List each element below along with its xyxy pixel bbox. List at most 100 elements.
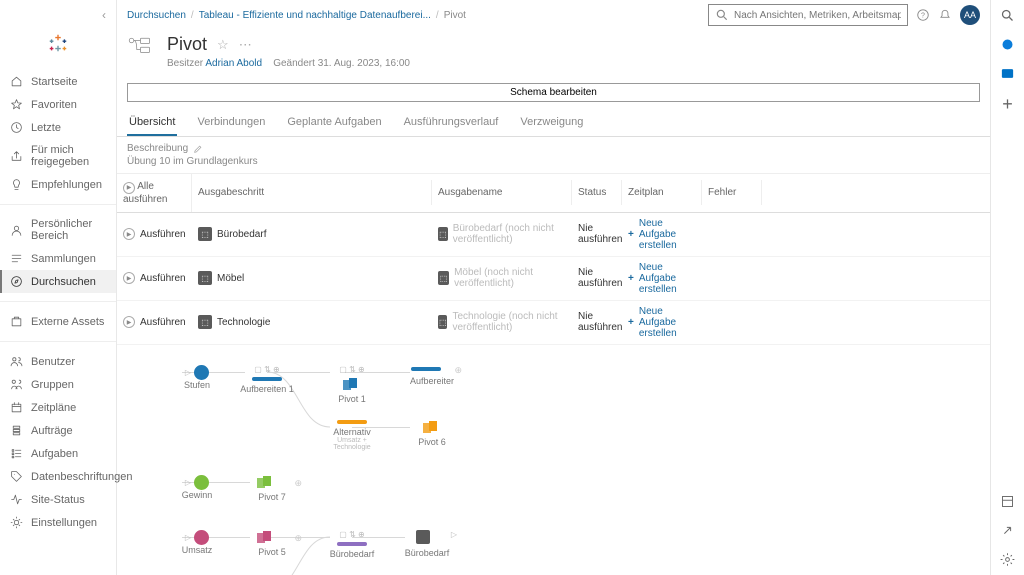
run-icon[interactable]: ▶: [123, 272, 135, 284]
sidebar: ‹ Startseite Favoriten Letzte Für mich frei…: [0, 0, 117, 575]
settings-icon[interactable]: [1000, 552, 1015, 567]
edit-icon[interactable]: [193, 144, 203, 154]
avatar[interactable]: AA: [960, 5, 980, 25]
sidebar-item-group[interactable]: Gruppen: [0, 373, 116, 396]
sidebar-item-label: Gruppen: [31, 379, 74, 391]
flow-node-stufen[interactable]: ▷Stufen: [167, 365, 227, 390]
tab-1[interactable]: Verbindungen: [195, 110, 267, 136]
node-label: Aufbereiter: [402, 376, 462, 386]
tableau-logo: [0, 24, 116, 66]
add-app-icon[interactable]: +: [1002, 95, 1013, 113]
open-icon[interactable]: [1000, 523, 1015, 538]
search-input[interactable]: [734, 10, 901, 21]
bell-icon[interactable]: [938, 8, 952, 22]
table-row: ▶ Ausführen⬚ Möbel⬚ Möbel (noch nicht ve…: [117, 257, 990, 301]
sidebar-item-tasks[interactable]: Aufgaben: [0, 442, 116, 465]
node-label: Bürobedarf: [322, 549, 382, 559]
new-task-link[interactable]: Neue Aufgabe erstellen: [639, 306, 696, 339]
sidebar-item-ext[interactable]: Externe Assets: [0, 310, 116, 333]
sidebar-item-jobs[interactable]: Aufträge: [0, 419, 116, 442]
flow-node-gewinn[interactable]: ▷Gewinn: [167, 475, 227, 500]
favorite-star-icon[interactable]: ☆: [217, 37, 229, 53]
sidebar-collapse[interactable]: ‹: [92, 6, 116, 24]
sched-icon: [10, 401, 23, 414]
sidebar-item-sched[interactable]: Zeitpläne: [0, 396, 116, 419]
sidebar-item-compass[interactable]: Durchsuchen: [0, 270, 116, 293]
node-label: Bürobedarf: [397, 548, 457, 558]
sidebar-item-label: Zeitpläne: [31, 402, 76, 414]
description: Beschreibung Übung 10 im Grundlagenkurs: [117, 137, 990, 173]
status-icon: [10, 493, 23, 506]
sidebar-item-user[interactable]: Persönlicher Bereich: [0, 213, 116, 247]
tab-2[interactable]: Geplante Aufgaben: [285, 110, 383, 136]
copilot-icon[interactable]: [1000, 37, 1015, 52]
sidebar-item-home[interactable]: Startseite: [0, 70, 116, 93]
flow-node-umsatz[interactable]: ▷Umsatz: [167, 530, 227, 555]
sidebar-item-share[interactable]: Für mich freigegeben: [0, 139, 116, 173]
table-row: ▶ Ausführen⬚ Bürobedarf⬚ Bürobedarf (noc…: [117, 213, 990, 257]
node-label: Alternativ: [322, 427, 382, 437]
flow-node-pivot6[interactable]: Pivot 6: [402, 420, 462, 447]
sidebar-item-label: Für mich freigegeben: [31, 144, 106, 168]
bulb-icon: [10, 178, 23, 191]
sidebar-item-label: Site-Status: [31, 494, 85, 506]
owner-link[interactable]: Adrian Abold: [205, 58, 262, 69]
run-icon[interactable]: ▶: [123, 228, 135, 240]
flow-node-aufb1[interactable]: ▢ ⇅ ⊕Aufbereiten 1: [237, 365, 297, 394]
node-label: Gewinn: [167, 490, 227, 500]
sidebar-item-status[interactable]: Site-Status: [0, 488, 116, 511]
crumb-project[interactable]: Tableau - Effiziente und nachhaltige Dat…: [199, 10, 431, 21]
sidebar-item-label: Aufgaben: [31, 448, 78, 460]
sidebar-item-clock[interactable]: Letzte: [0, 116, 116, 139]
more-actions-icon[interactable]: ⋯: [239, 37, 252, 53]
clock-icon: [10, 121, 23, 134]
users-icon: [10, 355, 23, 368]
panel-icon[interactable]: [1000, 494, 1015, 509]
sidebar-item-label[interactable]: Datenbeschriftungen: [0, 465, 116, 488]
share-icon: [10, 150, 23, 163]
flow-node-pivot7[interactable]: ⊕Pivot 7: [242, 475, 302, 502]
right-ribbon: +: [990, 0, 1024, 575]
sidebar-item-users[interactable]: Benutzer: [0, 350, 116, 373]
flow-node-aufber[interactable]: ⊕Aufbereiter: [402, 365, 462, 386]
run-all-icon[interactable]: ▶: [123, 182, 135, 194]
node-label: Pivot 6: [402, 437, 462, 447]
sidebar-item-star[interactable]: Favoriten: [0, 93, 116, 116]
help-icon[interactable]: ?: [916, 8, 930, 22]
tab-3[interactable]: Ausführungsverlauf: [402, 110, 501, 136]
tab-4[interactable]: Verzweigung: [518, 110, 585, 136]
tasks-icon: [10, 447, 23, 460]
edit-schema-button[interactable]: Schema bearbeiten: [127, 83, 980, 102]
crumb-explore[interactable]: Durchsuchen: [127, 10, 186, 21]
gear-icon: [10, 516, 23, 529]
star-icon: [10, 98, 23, 111]
flow-node-buero_s[interactable]: ▢ ⇅ ⊕Bürobedarf: [322, 530, 382, 559]
table-header: ▶ Alle ausführen Ausgabeschritt Ausgaben…: [117, 174, 990, 213]
search-box[interactable]: [708, 4, 908, 26]
meta: Besitzer Adrian Abold Geändert 31. Aug. …: [167, 58, 410, 69]
new-task-link[interactable]: Neue Aufgabe erstellen: [639, 262, 696, 295]
sidebar-item-label: Einstellungen: [31, 517, 97, 529]
outlook-icon[interactable]: [1000, 66, 1015, 81]
output-db-icon: ⬚: [438, 227, 448, 241]
sidebar-item-label: Empfehlungen: [31, 179, 102, 191]
search-icon[interactable]: [1000, 8, 1015, 23]
sidebar-item-coll[interactable]: Sammlungen: [0, 247, 116, 270]
sidebar-item-gear[interactable]: Einstellungen: [0, 511, 116, 534]
tab-0[interactable]: Übersicht: [127, 110, 177, 136]
flow-canvas[interactable]: ▷Stufen ▢ ⇅ ⊕Aufbereiten 1 ▢ ⇅ ⊕Pivot 1 ⊕Au…: [117, 345, 990, 575]
new-task-link[interactable]: Neue Aufgabe erstellen: [639, 218, 696, 251]
sidebar-item-label: Startseite: [31, 76, 77, 88]
flow-node-alt[interactable]: AlternativUmsatz + Technologie: [322, 420, 382, 451]
output-step-icon: ⬚: [198, 315, 212, 329]
sidebar-item-label: Letzte: [31, 122, 61, 134]
output-step-icon: ⬚: [198, 227, 212, 241]
sidebar-item-label: Aufträge: [31, 425, 73, 437]
run-icon[interactable]: ▶: [123, 316, 135, 328]
sidebar-item-bulb[interactable]: Empfehlungen: [0, 173, 116, 196]
flow-node-pivot1[interactable]: ▢ ⇅ ⊕Pivot 1: [322, 365, 382, 404]
node-label: Stufen: [167, 380, 227, 390]
flow-node-pivot5[interactable]: ⊕Pivot 5: [242, 530, 302, 557]
user-icon: [10, 224, 23, 237]
flow-node-buero_o[interactable]: ▷Bürobedarf: [397, 530, 457, 558]
